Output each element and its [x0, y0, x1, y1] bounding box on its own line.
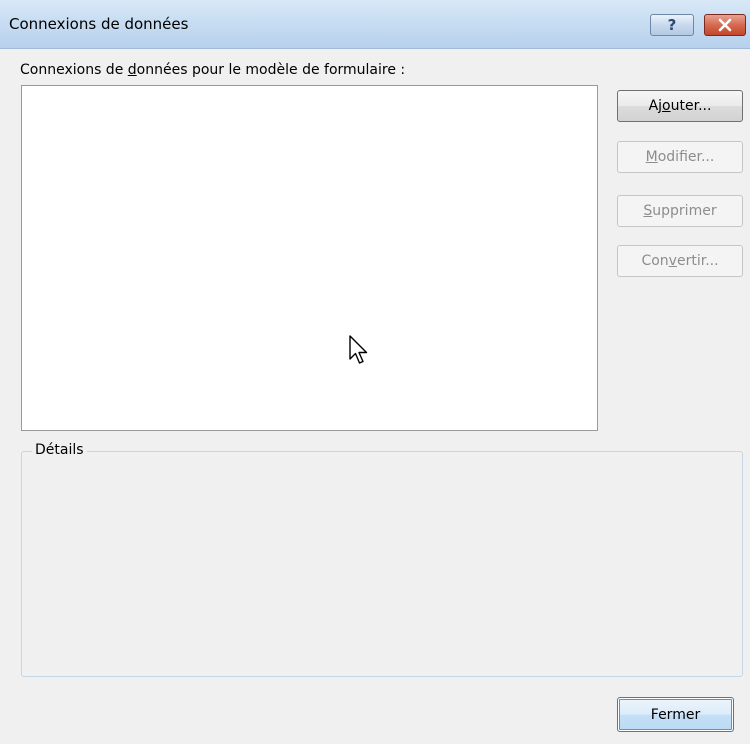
question-mark-icon: ?: [667, 16, 677, 34]
close-dialog-button[interactable]: Fermer: [617, 697, 734, 732]
delete-connection-button[interactable]: Supprimer: [617, 195, 743, 227]
connections-list-caption: Connexions de données pour le modèle de …: [20, 62, 406, 78]
add-connection-button[interactable]: Aj o uter...: [617, 90, 743, 122]
help-button[interactable]: ?: [650, 14, 694, 36]
window-title: Connexions de données: [9, 15, 189, 33]
data-connections-list[interactable]: [21, 85, 598, 431]
mouse-pointer-icon: [349, 335, 368, 364]
details-groupbox: [21, 451, 743, 677]
details-label: Détails: [32, 442, 87, 458]
convert-connection-button[interactable]: Con v ertir...: [617, 245, 743, 277]
modify-connection-button[interactable]: Modifier...: [617, 141, 743, 173]
close-window-button[interactable]: [704, 14, 746, 36]
dialog-window: Connexions de données ? Connexions de do…: [0, 0, 750, 744]
title-bar[interactable]: Connexions de données ?: [0, 0, 750, 49]
close-icon: [718, 18, 732, 32]
